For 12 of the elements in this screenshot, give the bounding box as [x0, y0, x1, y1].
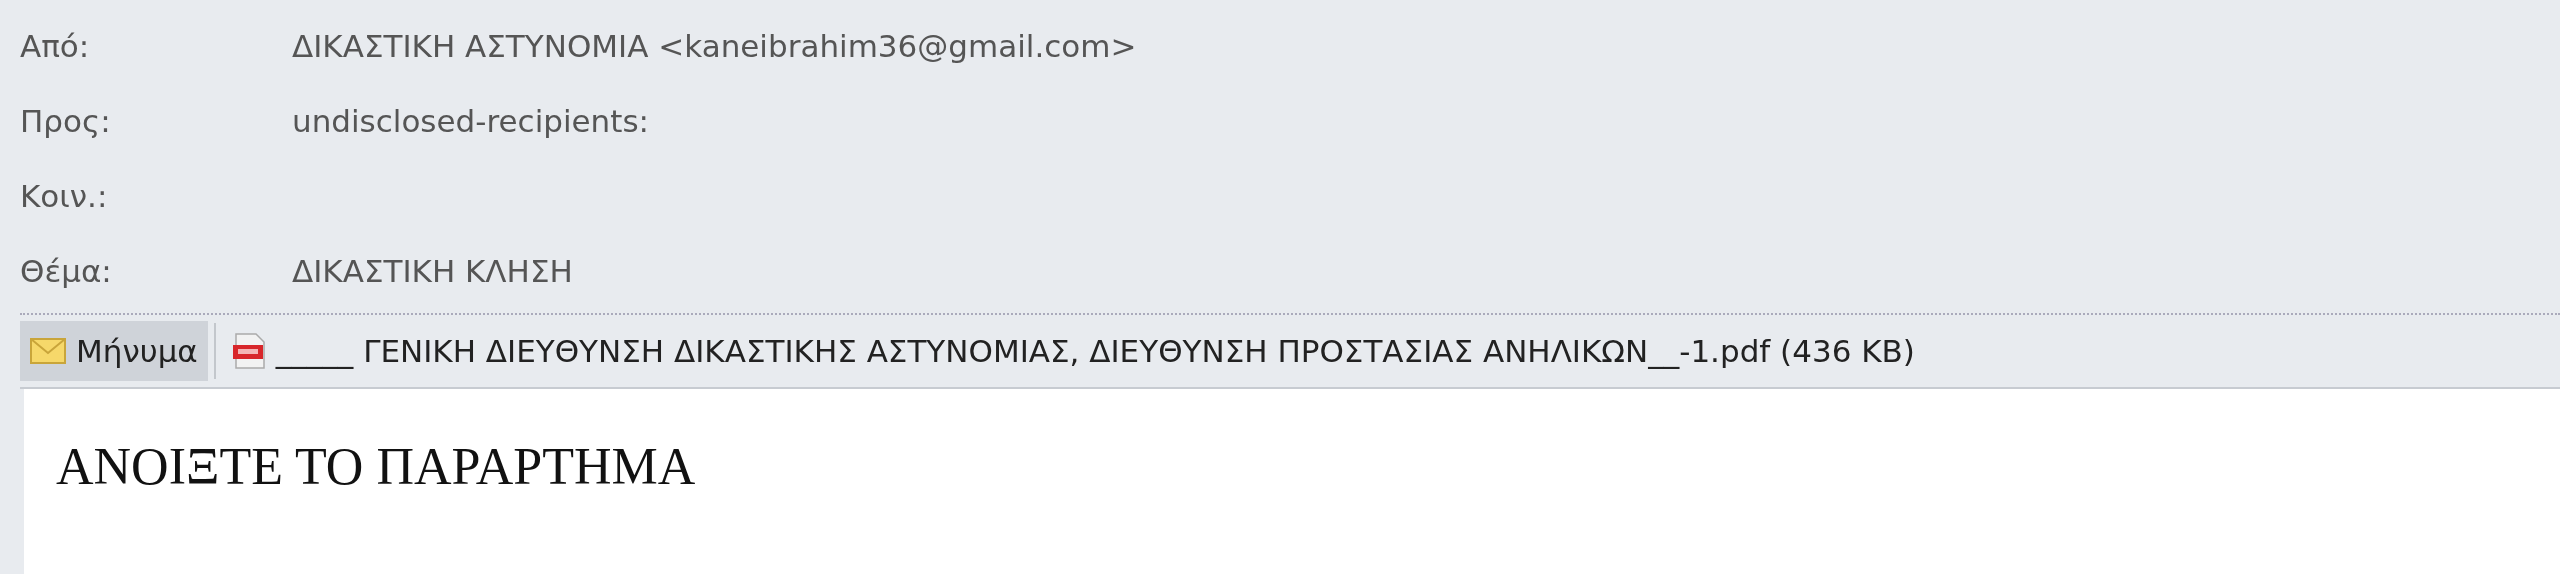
pdf-file-icon [231, 333, 266, 369]
message-body-text: ΑΝΟΙΞΤΕ ΤΟ ΠΑΡΑΡΤΗΜΑ [56, 437, 696, 496]
field-value: ΔΙΚΑΣΤΙΚΗ ΑΣΤΥΝΟΜΙΑ <kaneibrahim36@gmail.com> [292, 28, 1137, 64]
message-tab[interactable]: Μήνυμα [20, 321, 208, 381]
field-value: undisclosed-recipients: [292, 103, 649, 139]
field-label: Κοιν.: [20, 178, 109, 214]
envelope-icon [30, 338, 66, 364]
field-label: Από: [20, 28, 91, 64]
field-value: ΔΙΚΑΣΤΙΚΗ ΚΛΗΣΗ [292, 253, 573, 289]
field-label: Προς: [20, 103, 112, 139]
attachment-tab[interactable]: _____ ΓΕΝΙΚΗ ΔΙΕΥΘΥΝΣΗ ΔΙΚΑΣΤΙΚΗΣ ΑΣΤΥΝΟΜΙΑΣ, ΔΙΕΥΘΥΝΣΗ ΠΡΟΣΤΑΣΙΑΣ ΑΝΗΛΙΚΩΝ__-1.pdf (436 KB) [221, 321, 1925, 381]
field-label: Θέμα: [20, 253, 113, 289]
